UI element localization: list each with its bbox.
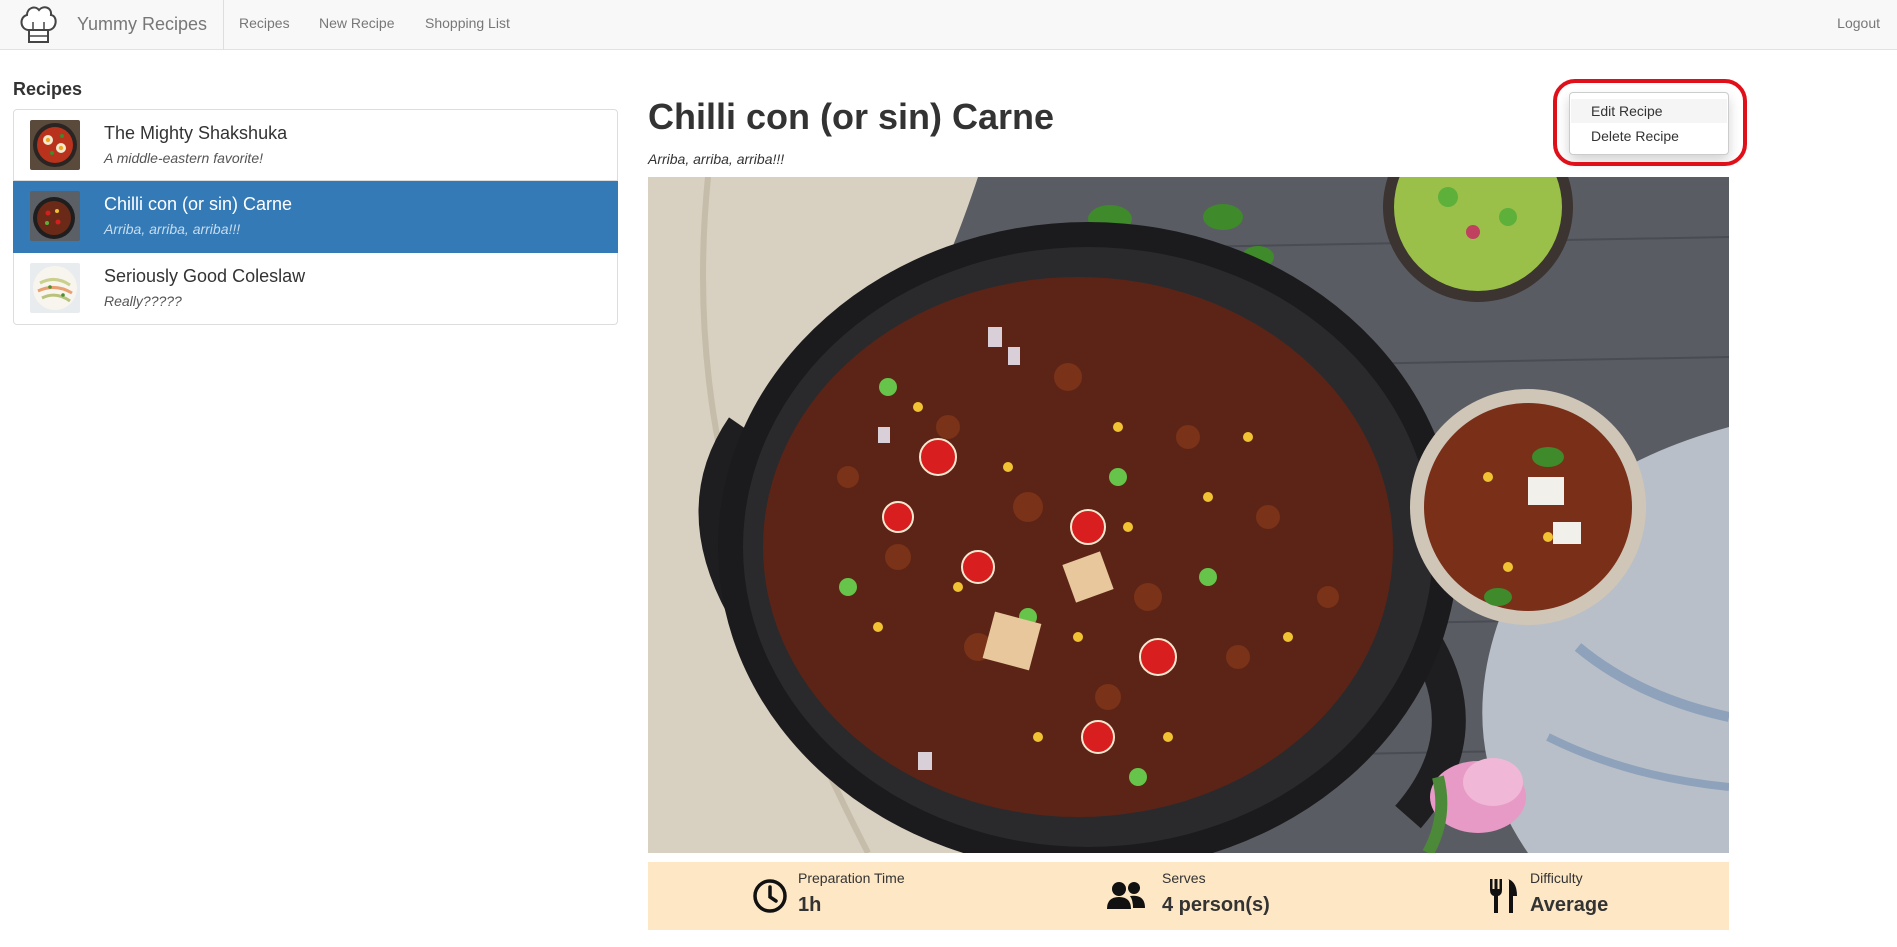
brand-name[interactable]: Yummy Recipes [77, 14, 207, 35]
recipe-info-bar: Preparation Time 1h Serves 4 person(s) D… [648, 862, 1729, 930]
brand[interactable]: Yummy Recipes [0, 0, 224, 50]
nav-shopping-list-link[interactable]: Shopping List [425, 15, 510, 31]
top-navbar: Yummy Recipes Recipes New Recipe Shoppin… [0, 0, 1897, 50]
recipe-item-description: Really????? [104, 293, 182, 309]
recipe-list-item[interactable]: The Mighty Shakshuka A middle-eastern fa… [13, 109, 618, 181]
serves-value: 4 person(s) [1162, 894, 1270, 916]
sidebar-heading: Recipes [13, 79, 83, 99]
coleslaw-thumbnail [30, 263, 80, 313]
chilli-thumbnail [30, 191, 80, 241]
recipe-list-item[interactable]: Seriously Good Coleslaw Really????? [13, 253, 618, 325]
recipe-item-description: Arriba, arriba, arriba!!! [104, 221, 241, 237]
difficulty-value: Average [1530, 894, 1609, 916]
logout-link[interactable]: Logout [1837, 15, 1880, 31]
recipe-item-title: Chilli con (or sin) Carne [104, 194, 293, 214]
nav-new-recipe-link[interactable]: New Recipe [319, 15, 394, 31]
serves-label: Serves [1162, 870, 1206, 886]
recipe-subtitle: Arriba, arriba, arriba!!! [648, 151, 785, 167]
recipe-item-title: The Mighty Shakshuka [104, 123, 288, 143]
prep-time-label: Preparation Time [798, 870, 905, 886]
chilli-pot-photo [648, 177, 1729, 853]
recipe-list: The Mighty Shakshuka A middle-eastern fa… [13, 109, 618, 325]
recipe-list-item-active[interactable]: Chilli con (or sin) Carne Arriba, arriba… [13, 181, 618, 253]
highlight-annotation [1553, 79, 1747, 166]
prep-time-value: 1h [798, 894, 822, 916]
shakshuka-thumbnail [30, 120, 80, 170]
people-icon [1107, 882, 1145, 909]
recipe-item-title: Seriously Good Coleslaw [104, 266, 306, 286]
recipe-item-description: A middle-eastern favorite! [104, 150, 263, 166]
nav-recipes-link[interactable]: Recipes [239, 15, 290, 31]
utensils-icon [1490, 879, 1517, 913]
clock-icon [753, 879, 787, 913]
recipe-title: Chilli con (or sin) Carne [648, 96, 1055, 137]
chef-hat-icon [20, 6, 57, 43]
difficulty-label: Difficulty [1530, 870, 1583, 886]
